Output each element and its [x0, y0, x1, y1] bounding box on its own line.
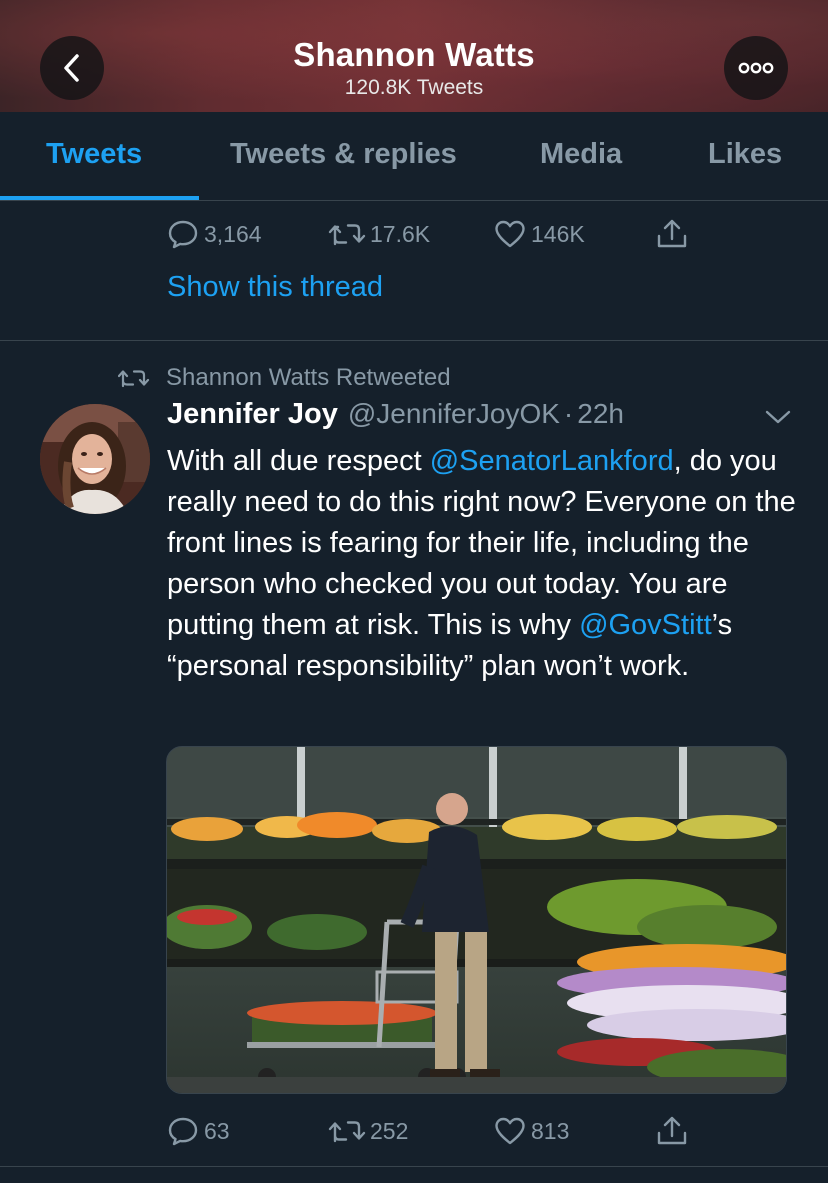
share-icon [657, 1116, 687, 1145]
avatar-photo [40, 404, 150, 514]
meta-separator: · [563, 398, 574, 429]
tweet-count: 120.8K Tweets [344, 76, 484, 99]
like-count: 813 [531, 1117, 570, 1144]
tweet-text: With all due respect @SenatorLankford, d… [167, 441, 797, 687]
like-icon [495, 220, 525, 248]
like-icon [495, 1117, 525, 1145]
reply-count: 63 [204, 1117, 230, 1144]
chevron-down-icon [765, 410, 791, 424]
tweet-divider [0, 340, 828, 341]
profile-header: Shannon Watts 120.8K Tweets [0, 0, 828, 112]
reply-count: 3,164 [204, 220, 262, 247]
reply-button[interactable]: 63 [166, 1114, 230, 1148]
profile-name-title: Shannon Watts [293, 36, 535, 73]
mention-link[interactable]: @SenatorLankford [430, 445, 674, 477]
tweet-menu-button[interactable] [763, 404, 793, 433]
more-button[interactable] [724, 36, 788, 100]
retweet-button[interactable]: 252 [328, 1114, 408, 1148]
reply-icon [168, 220, 198, 249]
retweet-button[interactable]: 17.6K [328, 217, 430, 251]
more-icon [738, 62, 774, 74]
like-count: 146K [531, 220, 585, 247]
tab-tweets-and-replies[interactable]: Tweets & replies [230, 138, 457, 171]
author-handle[interactable]: @JenniferJoyOK [348, 398, 560, 430]
retweet-icon [328, 1121, 366, 1143]
garden-center-photo [167, 747, 786, 1093]
share-button[interactable] [654, 1114, 694, 1148]
tweet-time[interactable]: 22h [577, 398, 624, 430]
retweet-count: 17.6K [370, 220, 431, 247]
tweet-author: Jennifer Joy @JenniferJoyOK · 22h [167, 398, 624, 438]
show-thread-link[interactable]: Show this thread [167, 271, 383, 304]
like-button[interactable]: 146K [493, 217, 585, 251]
retweet-count: 252 [370, 1117, 409, 1144]
avatar[interactable] [40, 404, 150, 514]
share-icon [657, 219, 687, 248]
retweet-context-label: Shannon Watts Retweeted [166, 364, 451, 391]
active-tab-indicator [0, 196, 199, 200]
mention-link[interactable]: @GovStitt [579, 609, 712, 641]
retweet-icon [118, 370, 150, 388]
share-button[interactable] [654, 217, 694, 251]
tab-tweets[interactable]: Tweets [46, 138, 142, 171]
tweet-actions: 63 252 813 [166, 1114, 726, 1148]
retweet-context: Shannon Watts Retweeted [118, 363, 451, 393]
tweet-media-image[interactable] [166, 746, 787, 1094]
profile-tabs: Tweets Tweets & replies Media Likes [0, 112, 828, 201]
reply-button[interactable]: 3,164 [166, 217, 262, 251]
prev-tweet-actions: 3,164 17.6K 146K [166, 217, 726, 251]
tab-likes[interactable]: Likes [708, 138, 782, 171]
reply-icon [168, 1117, 198, 1146]
retweet-icon [328, 224, 366, 246]
author-name[interactable]: Jennifer Joy [167, 398, 338, 431]
tweet-text-part: With all due respect [167, 445, 430, 477]
like-button[interactable]: 813 [493, 1114, 569, 1148]
tweet-divider [0, 1166, 828, 1167]
tab-media[interactable]: Media [540, 138, 622, 171]
